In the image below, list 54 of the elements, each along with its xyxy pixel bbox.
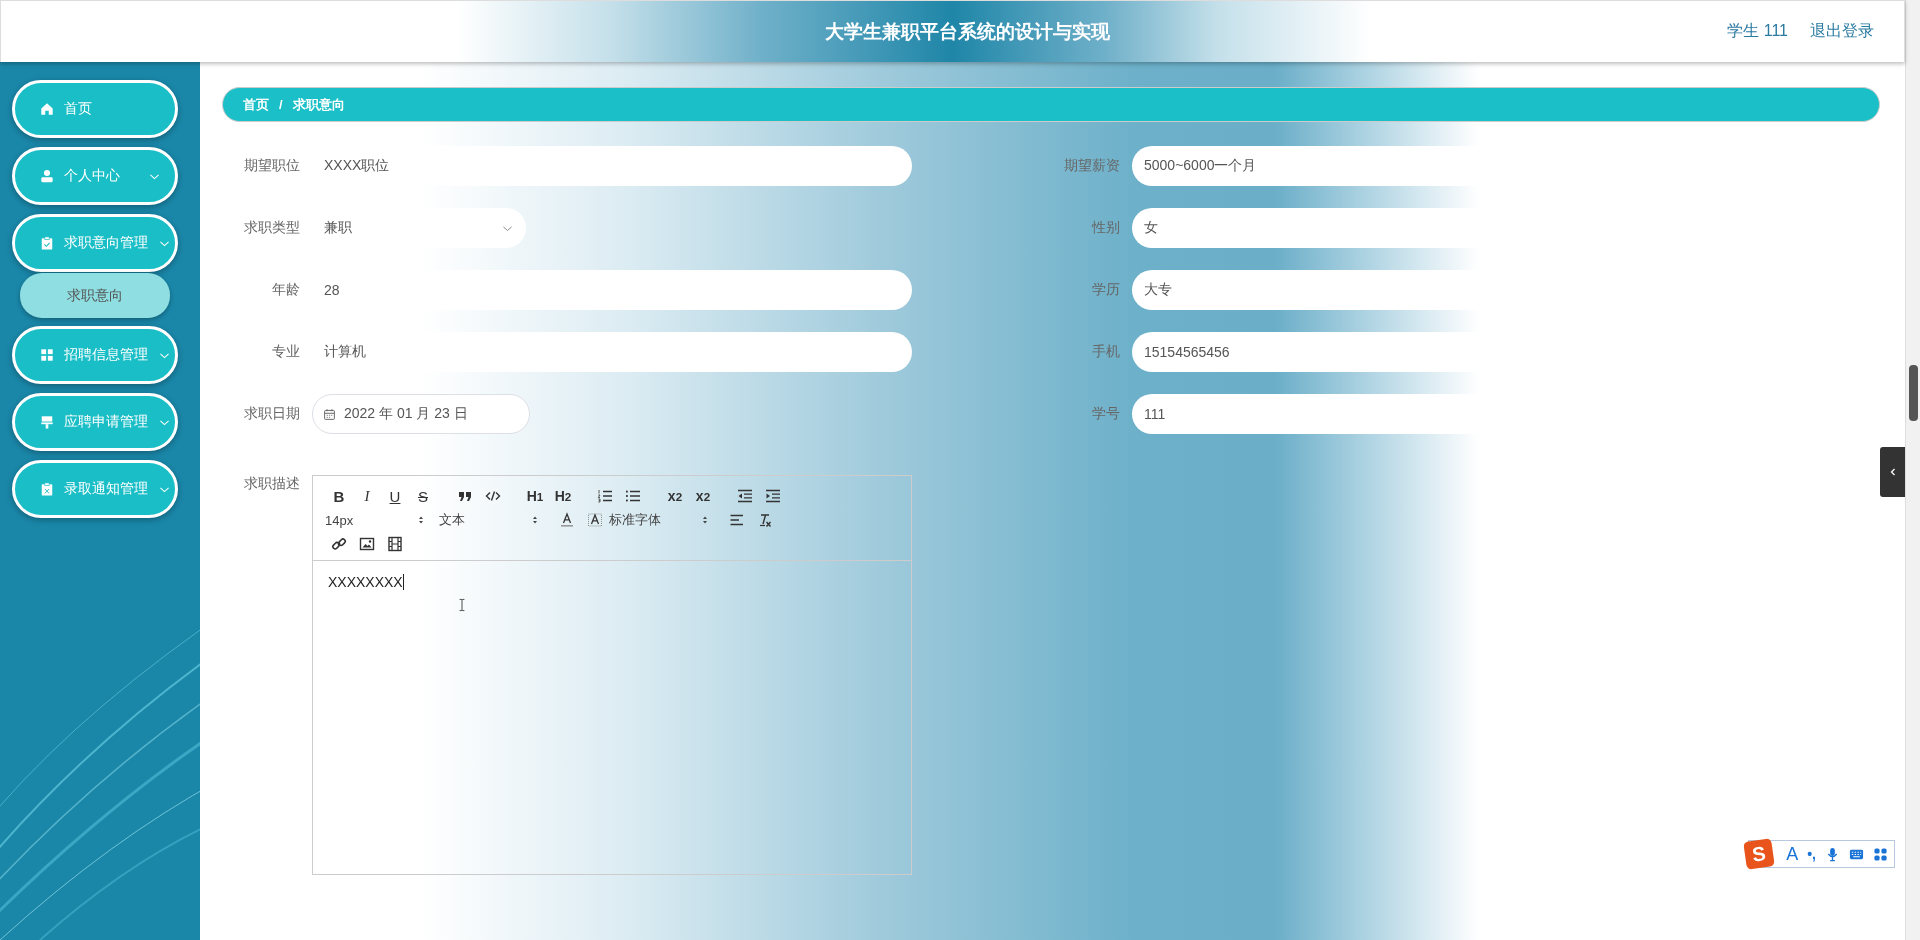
text-caret <box>402 574 404 590</box>
field-label: 期望薪资 <box>1063 157 1120 175</box>
scrollbar[interactable] <box>1905 0 1920 940</box>
bold-button[interactable]: B <box>325 484 353 508</box>
editor-text: XXXXXXXX <box>328 574 403 590</box>
apps-icon <box>1873 846 1888 862</box>
ordered-list-icon <box>597 488 613 504</box>
user-name: 学生 111 <box>1727 21 1788 41</box>
clear-format-icon <box>757 512 773 528</box>
field-label: 专业 <box>271 343 300 361</box>
film-icon <box>387 536 403 552</box>
updown-icon <box>417 515 425 525</box>
field-label: 求职日期 <box>243 405 300 423</box>
stamp-icon <box>40 415 54 429</box>
breadcrumb-separator: / <box>279 97 283 112</box>
format-picker[interactable]: 文本 <box>439 508 539 532</box>
microphone-icon <box>1825 846 1840 862</box>
field-label: 性别 <box>1090 219 1120 237</box>
field-label: 求职描述 <box>243 475 300 493</box>
field-label: 学历 <box>1091 281 1120 299</box>
logout-link[interactable]: 退出登录 <box>1810 21 1874 42</box>
field-label: 手机 <box>1091 343 1120 361</box>
format-picker[interactable]: 标准字体 <box>609 508 709 532</box>
text-cursor-icon <box>458 597 466 613</box>
submenu-item[interactable]: 求职意向 <box>20 273 170 318</box>
user-icon <box>40 169 54 183</box>
field-label: 学号 <box>1091 405 1120 423</box>
date-field[interactable]: 2022 年 01 月 23 日 <box>312 394 530 434</box>
punctuation-toggle[interactable]: •, <box>1807 846 1816 862</box>
updown-icon <box>531 515 539 525</box>
field-label: 年龄 <box>271 281 300 299</box>
align-icon <box>729 512 745 528</box>
field-label: 求职类型 <box>243 219 300 237</box>
clipboard-check-icon <box>40 236 54 250</box>
updown-icon <box>701 515 709 525</box>
highlight-icon <box>587 512 603 528</box>
app-title: 大学生兼职平台系统的设计与实现 <box>824 19 1111 44</box>
bullet-list-icon <box>625 488 641 504</box>
calendar-icon <box>323 407 336 421</box>
underline-button[interactable]: U <box>381 484 409 508</box>
field-label: 期望职位 <box>243 157 300 175</box>
scrollbar-thumb[interactable] <box>1908 365 1918 421</box>
input-mode-toggle[interactable]: A <box>1786 843 1799 865</box>
text-color-icon <box>559 512 575 528</box>
clipboard-x-icon <box>40 482 54 496</box>
italic-button[interactable]: I <box>353 484 381 508</box>
outdent-icon <box>737 488 753 504</box>
home-icon <box>40 102 54 116</box>
format-picker[interactable]: 14px <box>325 508 425 532</box>
indent-icon <box>765 488 781 504</box>
image-icon <box>359 536 375 552</box>
strikethrough-button[interactable]: S <box>409 484 437 508</box>
link-icon <box>331 536 347 552</box>
grid-icon <box>40 348 54 362</box>
